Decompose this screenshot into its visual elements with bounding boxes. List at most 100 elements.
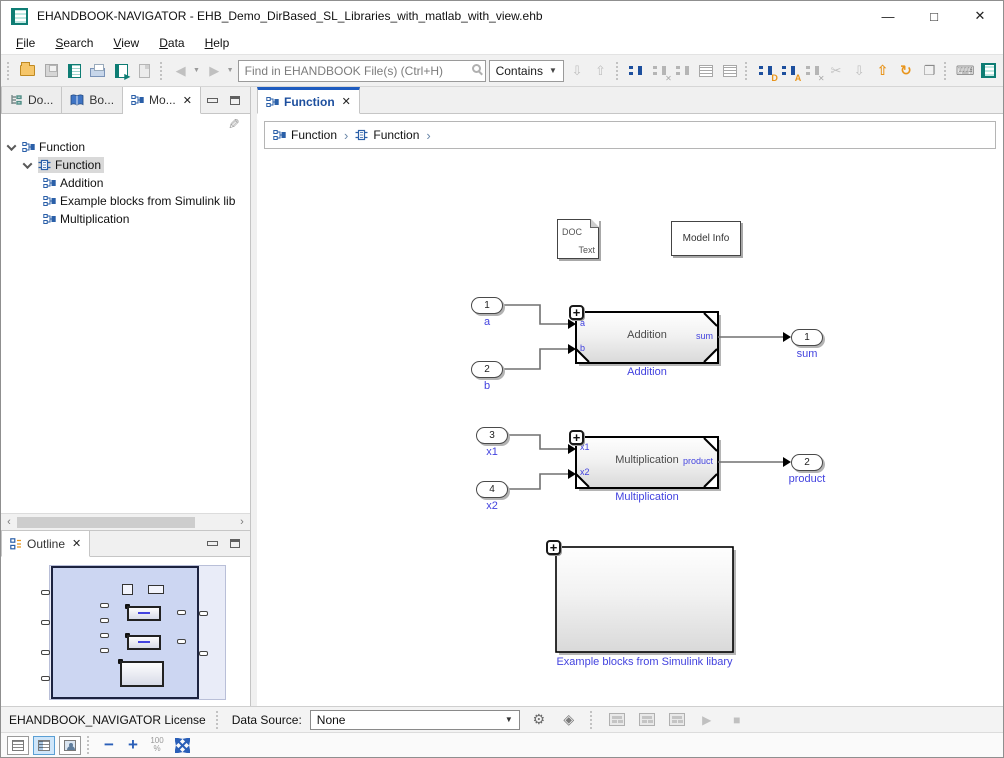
navigate-forward-button[interactable]: ▶ bbox=[204, 59, 224, 83]
expand-subsystem-button[interactable]: + bbox=[569, 305, 584, 320]
next-model-button[interactable] bbox=[673, 59, 693, 83]
find-next-button[interactable]: ⇩ bbox=[567, 59, 587, 83]
goto-model-button[interactable] bbox=[626, 59, 646, 83]
tab-models-close-icon[interactable]: ✕ bbox=[183, 94, 192, 107]
export-pdf-button[interactable] bbox=[134, 59, 154, 83]
zoom-in-button[interactable]: + bbox=[123, 735, 143, 755]
show-annotation-labels-button[interactable]: A bbox=[779, 59, 799, 83]
data-source-layers-button[interactable]: ◈ bbox=[558, 708, 580, 732]
scroll-right-icon[interactable]: › bbox=[234, 516, 250, 528]
tab-models[interactable]: Mo... ✕ bbox=[123, 87, 201, 114]
expand-subsystem-button[interactable]: + bbox=[546, 540, 561, 555]
data-source-settings-button[interactable]: ⚙ bbox=[528, 708, 550, 732]
tab-outline-close-icon[interactable]: ✕ bbox=[72, 537, 81, 550]
save-button[interactable] bbox=[41, 59, 61, 83]
inport-1[interactable]: 1 bbox=[471, 297, 503, 314]
outport-product-label[interactable]: product bbox=[777, 473, 837, 485]
filter-pencil-icon[interactable]: ✎ bbox=[228, 116, 240, 133]
navigate-back-button[interactable]: ◀ bbox=[170, 59, 190, 83]
zoom-100-button[interactable]: 100 % bbox=[147, 737, 167, 753]
find-previous-button[interactable]: ⇧ bbox=[590, 59, 610, 83]
tree-row-addition[interactable]: Addition bbox=[1, 174, 250, 192]
outline-tab-bar: Outline ✕ bbox=[1, 530, 250, 557]
calibration-window-button[interactable] bbox=[636, 708, 658, 732]
export-book-button[interactable]: ▶ bbox=[111, 59, 131, 83]
zoom-out-button[interactable]: − bbox=[99, 735, 119, 755]
scrollbar-thumb[interactable] bbox=[17, 517, 195, 528]
tab-function[interactable]: Function ✕ bbox=[257, 87, 360, 114]
show-data-labels-button[interactable]: D bbox=[756, 59, 776, 83]
data-source-dropdown[interactable]: None ▼ bbox=[310, 710, 520, 730]
about-navigator-button[interactable] bbox=[978, 59, 998, 83]
menu-data[interactable]: Data bbox=[150, 34, 193, 52]
measurement-window-button[interactable] bbox=[606, 708, 628, 732]
keyboard-shortcuts-button[interactable]: ⌨ bbox=[955, 59, 975, 83]
menu-help[interactable]: Help bbox=[196, 34, 239, 52]
split-view-button[interactable] bbox=[33, 736, 55, 755]
inport-2[interactable]: 2 bbox=[471, 361, 503, 378]
model-info-block[interactable]: Model Info bbox=[671, 221, 741, 256]
show-list-button[interactable] bbox=[696, 59, 716, 83]
maximize-button[interactable]: □ bbox=[911, 1, 957, 31]
find-input[interactable] bbox=[238, 60, 486, 82]
chevron-expanded-icon[interactable] bbox=[7, 141, 17, 151]
tree-horizontal-scrollbar[interactable]: ‹ › bbox=[1, 513, 250, 530]
minimize-panel-icon[interactable] bbox=[207, 541, 218, 546]
tab-outline[interactable]: Outline ✕ bbox=[1, 531, 90, 557]
example-block-shape[interactable] bbox=[556, 547, 736, 655]
maximize-panel-icon[interactable] bbox=[230, 96, 240, 105]
open-book-button[interactable] bbox=[64, 59, 84, 83]
menu-view[interactable]: View bbox=[104, 34, 148, 52]
multiplication-block-link[interactable]: Multiplication bbox=[576, 491, 718, 503]
back-history-dropdown[interactable]: ▼ bbox=[192, 67, 201, 74]
tab-books[interactable]: Bo... bbox=[62, 87, 123, 113]
forward-history-dropdown[interactable]: ▼ bbox=[225, 67, 234, 74]
outport-sum-label[interactable]: sum bbox=[777, 348, 837, 360]
export-button[interactable]: ⇧ bbox=[872, 59, 892, 83]
reload-model-button[interactable]: ↻ bbox=[896, 59, 916, 83]
inport-4-label[interactable]: x2 bbox=[462, 500, 522, 512]
windows-layout-button[interactable]: ❐ bbox=[919, 59, 939, 83]
previous-model-button[interactable]: ✕ bbox=[650, 59, 670, 83]
inport-4[interactable]: 4 bbox=[476, 481, 508, 498]
tree-row-multiplication[interactable]: Multiplication bbox=[1, 210, 250, 228]
tab-function-close-icon[interactable]: ✕ bbox=[342, 95, 351, 108]
example-block-link[interactable]: Example blocks from Simulink libary bbox=[538, 656, 751, 668]
tree-row-function-root[interactable]: Function bbox=[1, 138, 250, 156]
inport-3-label[interactable]: x1 bbox=[462, 446, 522, 458]
presentation-view-button[interactable] bbox=[59, 736, 81, 755]
import-button[interactable]: ⇩ bbox=[849, 59, 869, 83]
addition-block-link[interactable]: Addition bbox=[576, 366, 718, 378]
menu-search[interactable]: Search bbox=[46, 34, 102, 52]
clear-list-button[interactable] bbox=[720, 59, 740, 83]
outport-product[interactable]: 2 bbox=[791, 454, 823, 471]
experiment-window-button[interactable] bbox=[666, 708, 688, 732]
breadcrumb-item-subsystem[interactable]: Function bbox=[355, 128, 419, 142]
match-mode-dropdown[interactable]: Contains ▼ bbox=[489, 60, 564, 82]
outport-sum[interactable]: 1 bbox=[791, 329, 823, 346]
close-button[interactable]: ✕ bbox=[957, 1, 1003, 31]
tree-row-function-subsystem[interactable]: Function bbox=[1, 156, 250, 174]
minimize-panel-icon[interactable] bbox=[207, 98, 218, 103]
breadcrumb-item-function[interactable]: Function bbox=[273, 128, 337, 142]
single-page-view-button[interactable] bbox=[7, 736, 29, 755]
minimize-button[interactable]: — bbox=[865, 1, 911, 31]
scroll-left-icon[interactable]: ‹ bbox=[1, 516, 17, 528]
expand-subsystem-button[interactable]: + bbox=[569, 430, 584, 445]
start-measurement-button[interactable]: ▶ bbox=[696, 708, 718, 732]
inport-2-label[interactable]: b bbox=[457, 380, 517, 392]
print-button[interactable] bbox=[88, 59, 108, 83]
hide-labels-button[interactable]: ✕ bbox=[802, 59, 822, 83]
tree-row-example-blocks[interactable]: Example blocks from Simulink lib bbox=[1, 192, 250, 210]
inport-1-label[interactable]: a bbox=[457, 316, 517, 328]
tab-documents[interactable]: Do... bbox=[1, 87, 62, 113]
stop-measurement-button[interactable]: ■ bbox=[726, 708, 748, 732]
inport-3[interactable]: 3 bbox=[476, 427, 508, 444]
menu-file[interactable]: File bbox=[7, 34, 44, 52]
cut-links-button[interactable]: ✂ bbox=[826, 59, 846, 83]
doc-text-block[interactable]: DOC Text bbox=[557, 219, 599, 259]
fit-to-view-button[interactable] bbox=[171, 733, 193, 757]
chevron-expanded-icon[interactable] bbox=[23, 159, 33, 169]
open-file-button[interactable] bbox=[18, 59, 38, 83]
maximize-panel-icon[interactable] bbox=[230, 539, 240, 548]
